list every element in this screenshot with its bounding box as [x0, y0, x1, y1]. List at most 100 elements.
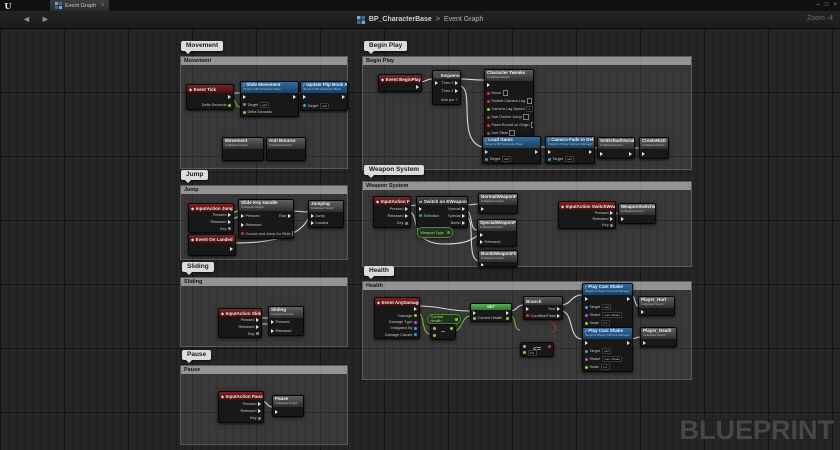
- graph-canvas[interactable]: MovementJumpSlidingPauseBegin PlayWeapon…: [0, 0, 840, 450]
- pin-use-double-jump[interactable]: Use Double Jump: [487, 114, 529, 120]
- node-input-action-pause[interactable]: ◆InputAction PausePressedReleasedKey: [218, 391, 264, 423]
- pin-value-box[interactable]: self: [502, 156, 512, 162]
- pin-exec[interactable]: [600, 152, 603, 156]
- comment-title[interactable]: Sliding: [181, 278, 347, 286]
- node-header[interactable]: ◆InputAction Slide: [219, 309, 261, 317]
- node-movement-collapsed[interactable]: MovementCollapsed Graph: [222, 137, 264, 161]
- maximize-icon[interactable]: □: [825, 1, 829, 9]
- pin-true[interactable]: True: [548, 307, 560, 311]
- node-header[interactable]: ◆InputAction Pause: [219, 392, 263, 400]
- node-header[interactable]: Player_DeathCollapsed Graph: [641, 328, 676, 339]
- pin-then-1[interactable]: Then 1: [442, 89, 458, 93]
- node-header[interactable]: ◆InputAction SwitchWeapon: [559, 202, 615, 210]
- pin-exec[interactable]: [481, 207, 484, 211]
- comment-weapon-system[interactable]: Weapon System: [362, 181, 692, 267]
- pin-key[interactable]: Key: [602, 223, 613, 227]
- comment-pause[interactable]: Pause: [180, 365, 348, 445]
- comment-title[interactable]: Health: [363, 282, 691, 290]
- node-input-action-fire[interactable]: ◆InputAction FirePressedReleasedKey: [373, 196, 411, 228]
- node-less-equal[interactable]: <=0.0: [520, 342, 554, 357]
- pin-exec[interactable]: [473, 311, 476, 315]
- pin-camera-lag-speed[interactable]: Camera Lag Speed1: [487, 106, 533, 112]
- pin-checkbox[interactable]: [292, 231, 294, 237]
- pin-scale[interactable]: Scale1.0: [585, 320, 610, 326]
- pin-exec[interactable]: [535, 150, 538, 154]
- pin-value-box[interactable]: Cam Shake: [602, 312, 623, 318]
- pin-exec[interactable]: [480, 233, 483, 237]
- pin-instigated-by[interactable]: Instigated By: [391, 326, 417, 330]
- pin-exec[interactable]: [419, 207, 422, 211]
- pin-pressed[interactable]: Pressed: [243, 402, 261, 406]
- data-pin-icon[interactable]: [447, 231, 450, 234]
- pin-delta-seconds[interactable]: Delta Seconds: [243, 110, 272, 114]
- pin-released[interactable]: Released: [592, 217, 613, 221]
- node-event-tick[interactable]: ◆Event TickDelta Seconds: [186, 84, 234, 110]
- bookmark-jump[interactable]: Jump: [181, 170, 208, 180]
- pin-released[interactable]: Released: [387, 214, 408, 218]
- pin-exec[interactable]: [548, 150, 551, 154]
- node-header[interactable]: Slide Key HandleCollapsed Graph: [239, 200, 293, 211]
- node-play-cam-shake-2[interactable]: ƒPlay Cam ShakeTarget is Player Camera M…: [582, 327, 633, 372]
- pin-checkbox[interactable]: [509, 130, 515, 136]
- pin-exec[interactable]: [641, 310, 644, 314]
- pin-else[interactable]: Else: [279, 214, 291, 218]
- pin-damage-causer[interactable]: Damage Causer: [385, 333, 417, 337]
- pin-exec[interactable]: [642, 152, 645, 156]
- node-header[interactable]: ƒPlay Cam ShakeTarget is Player Camera M…: [583, 328, 632, 339]
- node-weapon-switching[interactable]: WeaponSwitchingCollapsed Graph: [618, 203, 656, 224]
- node-set-default-variables[interactable]: SetDefaultVariablesCollapsed Graph: [597, 137, 635, 159]
- pin-data[interactable]: [450, 327, 453, 330]
- node-camera-fade-to-default[interactable]: ƒCamera Fade to DefaultTarget is Player …: [545, 136, 595, 164]
- node-pause-collapsed[interactable]: PauseCollapsed Graph: [272, 395, 304, 417]
- pin-enable-camera-lag[interactable]: Enable Camera Lag: [487, 98, 532, 104]
- node-slide-key-handle[interactable]: Slide Key HandleCollapsed Graph Pressed El…: [238, 199, 294, 239]
- pin-exec[interactable]: [487, 83, 490, 87]
- pin-exec[interactable]: [585, 297, 588, 301]
- node-header[interactable]: Branch: [524, 297, 562, 305]
- pin-pressed[interactable]: Pressed: [595, 211, 613, 215]
- comment-title[interactable]: Weapon System: [363, 182, 691, 190]
- pin-exec[interactable]: [621, 217, 624, 221]
- node-special-weapon-fire[interactable]: SpecialWeaponFireCollapsed GraphReleased: [477, 219, 517, 247]
- node-input-action-jump[interactable]: ◆InputAction JumpPressedReleasedKey: [188, 203, 234, 233]
- pin-data[interactable]: [548, 345, 551, 348]
- pin-released[interactable]: Released: [238, 325, 259, 329]
- pin-key[interactable]: Key: [220, 227, 231, 231]
- pin-value-box[interactable]: self: [320, 103, 330, 109]
- node-event-beginplay[interactable]: ◆Event BeginPlay: [378, 74, 422, 92]
- pin-damage-type[interactable]: Damage Type: [389, 320, 417, 324]
- bookmark-begin-play[interactable]: Begin Play: [364, 41, 407, 51]
- node-input-action-switchweapon[interactable]: ◆InputAction SwitchWeaponPressed Released…: [558, 201, 616, 229]
- node-header[interactable]: ◆InputAction Fire: [374, 197, 410, 205]
- pin-pressed[interactable]: Pressed: [241, 214, 259, 218]
- minimize-icon[interactable]: –: [817, 1, 820, 9]
- pin-target[interactable]: Targetself: [585, 304, 611, 310]
- pin-shake[interactable]: ShakeCam Shake: [585, 356, 622, 362]
- node-header[interactable]: ⇄Switch on EWeaponType: [417, 197, 467, 205]
- bookmark-health[interactable]: Health: [364, 266, 394, 276]
- node-header[interactable]: PauseCollapsed Graph: [273, 396, 303, 407]
- pin-delta-seconds[interactable]: Delta Seconds: [202, 103, 231, 107]
- pin-data[interactable]: [433, 327, 436, 330]
- bookmark-pause[interactable]: Pause: [182, 350, 211, 360]
- node-player-hurt[interactable]: Player_HurtCollapsed Graph: [638, 296, 675, 316]
- node-header[interactable]: ◆InputAction Jump: [189, 204, 233, 212]
- pin-pressed[interactable]: Pressed: [213, 213, 231, 217]
- node-character-tweaks[interactable]: Character TweaksCollapsed GraphMonoEnabl…: [484, 69, 534, 138]
- pin-pressed[interactable]: Pressed: [271, 320, 289, 324]
- node-subtract[interactable]: −: [430, 324, 456, 340]
- pin-target[interactable]: Targetself: [485, 156, 511, 162]
- pin-exec[interactable]: [228, 95, 231, 99]
- node-normal-weapon-fire[interactable]: NormalWeaponFireCollapsed Graph: [478, 193, 518, 214]
- node-current-health-get[interactable]: Current Health: [427, 314, 461, 324]
- pin-data[interactable]: [433, 334, 436, 337]
- pin-exec[interactable]: [481, 263, 484, 267]
- node-event-anydamage[interactable]: ◆Event AnyDamageDamageDamage TypeInstiga…: [374, 297, 420, 339]
- pin-target[interactable]: Targetself: [243, 102, 269, 108]
- pin-exec[interactable]: [230, 247, 233, 251]
- pin-special[interactable]: Special: [448, 214, 465, 218]
- pin-value-box[interactable]: 1.0: [601, 364, 610, 370]
- pin-exec[interactable]: [435, 81, 438, 85]
- tab-close-icon[interactable]: ×: [101, 3, 105, 9]
- node-update-flip-book-animation[interactable]: ƒUpdate Flip Book AnimationTarget is BP …: [300, 81, 348, 111]
